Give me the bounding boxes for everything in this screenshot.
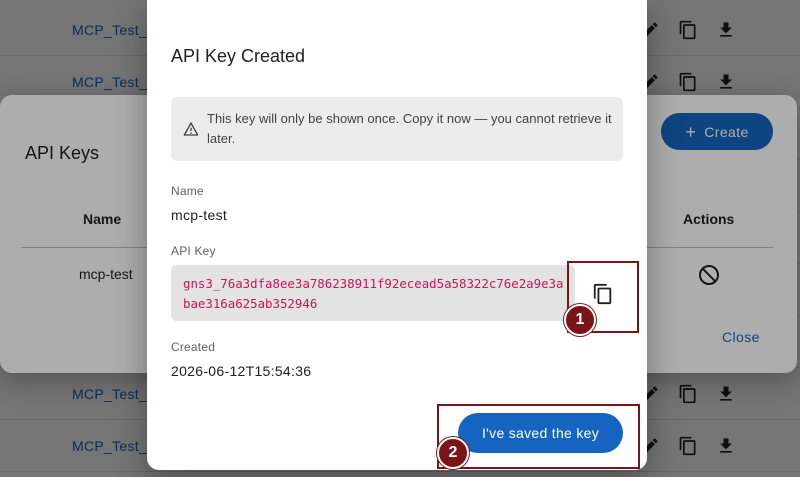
api-key-label: API Key — [171, 244, 216, 258]
dialog-title: API Key Created — [171, 46, 306, 66]
name-label: Name — [171, 184, 204, 198]
marker-badge: 1 — [564, 304, 596, 336]
marker-badge: 2 — [437, 437, 469, 469]
name-value: mcp-test — [171, 207, 228, 223]
api-key-field[interactable]: gns3_76a3dfa8ee3a786238911f92ecead5a5832… — [171, 265, 575, 321]
created-label: Created — [171, 340, 216, 354]
created-value: 2026-06-12T15:54:36 — [171, 363, 312, 379]
api-key-value[interactable]: gns3_76a3dfa8ee3a786238911f92ecead5a5832… — [183, 274, 567, 314]
warning-banner: This key will only be shown once. Copy i… — [171, 97, 623, 161]
warning-text: This key will only be shown once. Copy i… — [207, 111, 612, 146]
warning-icon — [183, 121, 199, 137]
api-key-created-dialog: API Key Created This key will only be sh… — [147, 0, 647, 470]
